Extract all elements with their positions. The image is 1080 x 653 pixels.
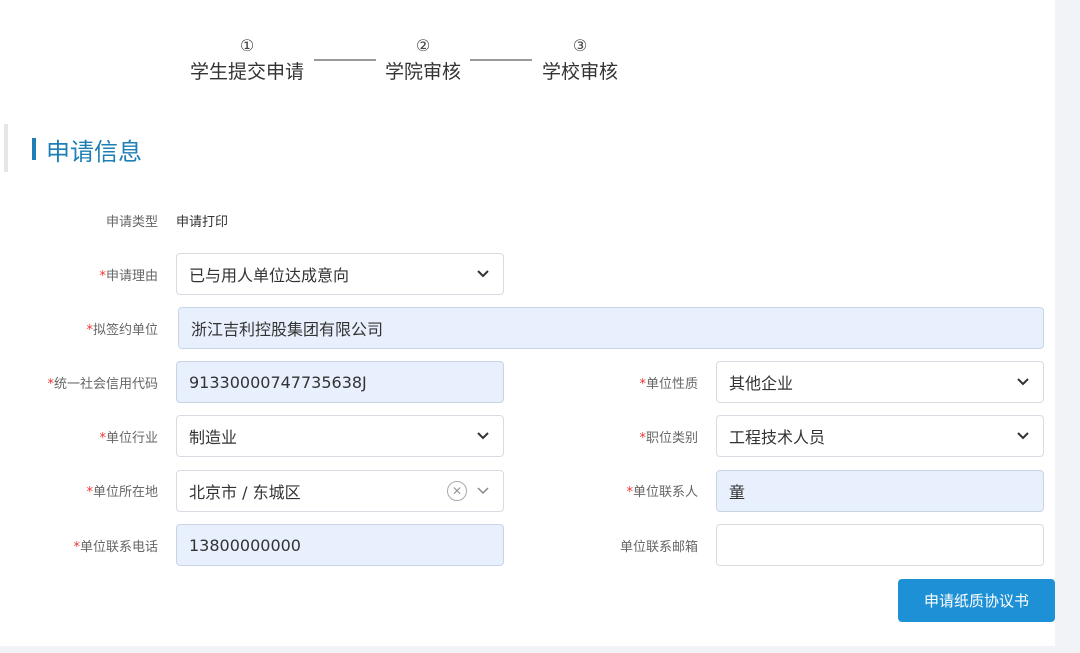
company-nature-value: 其他企业 — [729, 374, 794, 393]
step-2: ② 学院审核 — [372, 36, 474, 84]
step-3-number: ③ — [572, 36, 588, 55]
apply-type-label-text: 申请类型 — [105, 215, 158, 230]
contact-email-label: 单位联系邮箱 — [560, 536, 698, 555]
company-name-label-text: 拟签约单位 — [92, 323, 158, 338]
step-1-number: ① — [239, 36, 255, 55]
location-value: 北京市 / 东城区 — [189, 483, 301, 502]
section-heading: 申请信息 — [32, 134, 142, 166]
chevron-down-icon — [1015, 374, 1031, 390]
industry-label-text: 单位行业 — [105, 431, 158, 446]
step-3-label: 学校审核 — [541, 61, 618, 83]
job-category-select[interactable]: 工程技术人员 — [716, 415, 1044, 457]
contact-phone-value: 13800000000 — [189, 535, 301, 555]
location-cascader[interactable]: 北京市 / 东城区 ✕ — [176, 470, 504, 512]
credit-code-input[interactable]: 91330000747735638J — [176, 361, 504, 403]
contact-person-label-text: 单位联系人 — [632, 485, 698, 500]
clear-icon[interactable]: ✕ — [447, 481, 467, 501]
contact-email-label-text: 单位联系邮箱 — [619, 540, 698, 555]
location-label: *单位所在地 — [20, 481, 158, 500]
step-2-number: ② — [415, 36, 431, 55]
contact-email-input[interactable] — [716, 524, 1044, 566]
apply-reason-label-text: 申请理由 — [105, 269, 158, 284]
progress-stepper: ① 学生提交申请 ② 学院审核 ③ 学校审核 — [0, 0, 1080, 100]
apply-reason-value: 已与用人单位达成意向 — [189, 266, 350, 285]
industry-select[interactable]: 制造业 — [176, 415, 504, 457]
company-name-value: 浙江吉利控股集团有限公司 — [191, 320, 384, 339]
apply-type-label: 申请类型 — [20, 211, 158, 230]
step-1-label: 学生提交申请 — [189, 61, 304, 83]
chevron-down-icon — [475, 483, 491, 499]
step-2-label: 学院审核 — [384, 61, 461, 83]
industry-label: *单位行业 — [20, 427, 158, 446]
contact-person-label: *单位联系人 — [560, 481, 698, 500]
step-connector-1 — [314, 59, 376, 61]
step-1: ① 学生提交申请 — [176, 36, 318, 84]
company-name-label: *拟签约单位 — [20, 319, 158, 338]
company-nature-select[interactable]: 其他企业 — [716, 361, 1044, 403]
credit-code-value: 91330000747735638J — [189, 372, 367, 392]
job-category-value: 工程技术人员 — [729, 428, 826, 447]
credit-code-label: *统一社会信用代码 — [10, 373, 158, 392]
apply-paper-agreement-button[interactable]: 申请纸质协议书 — [898, 579, 1055, 622]
company-nature-label: *单位性质 — [560, 373, 698, 392]
industry-value: 制造业 — [189, 428, 238, 447]
bottom-panel-edge — [0, 646, 1080, 653]
job-category-label: *职位类别 — [560, 427, 698, 446]
contact-phone-label: *单位联系电话 — [20, 536, 158, 555]
company-name-input[interactable]: 浙江吉利控股集团有限公司 — [178, 307, 1044, 349]
chevron-down-icon — [1015, 428, 1031, 444]
contact-person-value: 童 — [729, 483, 746, 502]
apply-type-value: 申请打印 — [176, 215, 229, 230]
left-edge-mark — [4, 124, 8, 172]
contact-person-input[interactable]: 童 — [716, 470, 1044, 512]
step-3: ③ 学校审核 — [528, 36, 632, 84]
credit-code-label-text: 统一社会信用代码 — [53, 377, 158, 392]
section-accent-bar — [32, 138, 36, 160]
contact-phone-label-text: 单位联系电话 — [79, 540, 158, 555]
step-connector-2 — [470, 59, 532, 61]
apply-reason-label: *申请理由 — [20, 265, 158, 284]
job-category-label-text: 职位类别 — [645, 431, 698, 446]
contact-phone-input[interactable]: 13800000000 — [176, 524, 504, 566]
section-title: 申请信息 — [46, 137, 142, 166]
apply-reason-select[interactable]: 已与用人单位达成意向 — [176, 253, 504, 295]
chevron-down-icon — [475, 266, 491, 282]
chevron-down-icon — [475, 428, 491, 444]
company-nature-label-text: 单位性质 — [645, 377, 698, 392]
location-label-text: 单位所在地 — [92, 485, 158, 500]
